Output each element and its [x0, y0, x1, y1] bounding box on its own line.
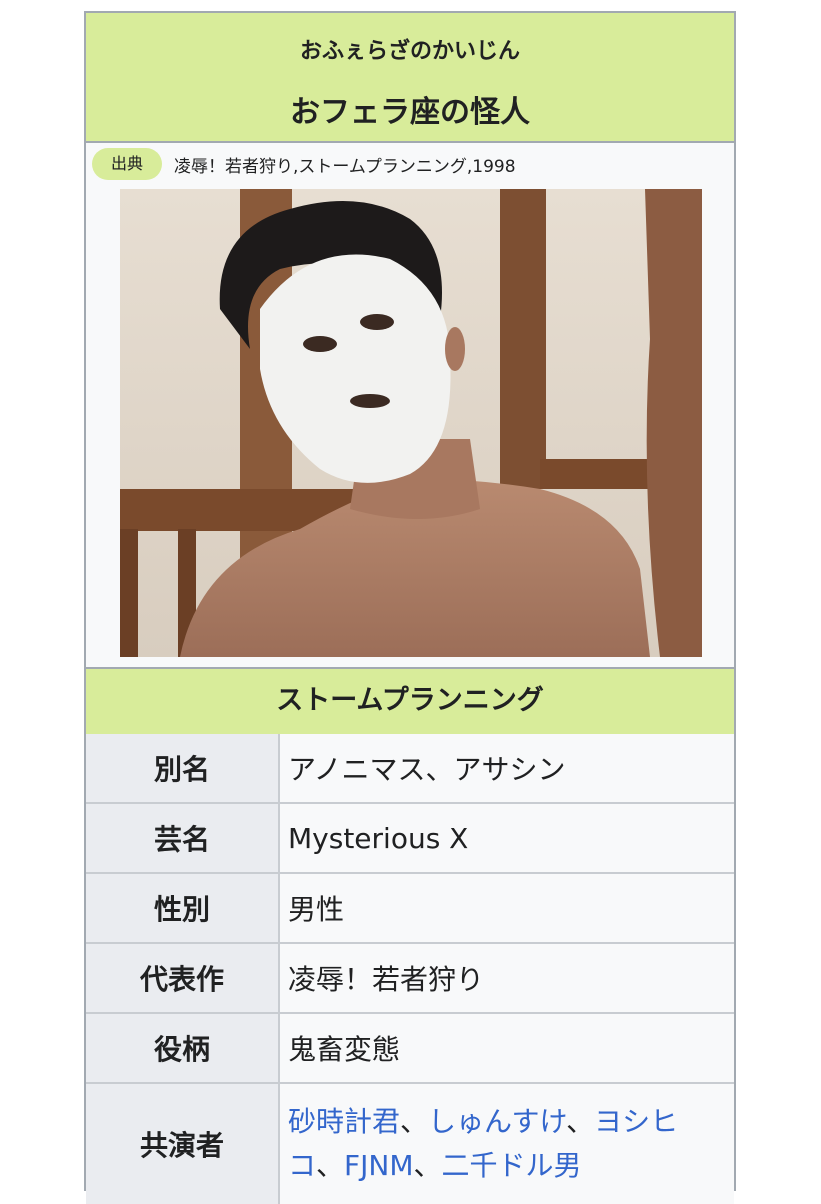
attribute-value: 凌辱！若者狩り: [278, 942, 734, 1014]
attribute-row-gender: 性別 男性: [86, 872, 734, 944]
attribute-row-alias: 別名 アノニマス、アサシン: [86, 734, 734, 804]
page-title: おフェラ座の怪人: [290, 95, 530, 130]
attribute-label: 芸名: [86, 802, 280, 874]
list-separator: 、: [316, 1149, 345, 1182]
source-text: 凌辱！若者狩り,ストームプランニング,1998: [174, 157, 516, 177]
infobox-title-block: おふぇらざのかいじん おフェラ座の怪人: [86, 13, 734, 143]
attribute-label: 別名: [86, 734, 280, 804]
section-header: ストームプランニング: [86, 667, 734, 736]
attribute-value: 男性: [278, 872, 734, 944]
attribute-label: 性別: [86, 872, 280, 944]
attribute-row-representative-work: 代表作 凌辱！若者狩り: [86, 942, 734, 1014]
source-badge: 出典: [92, 148, 162, 180]
photo-illustration: [120, 189, 702, 657]
infobox: おふぇらざのかいじん おフェラ座の怪人 出典 凌辱！若者狩り,ストームプランニン…: [84, 11, 736, 1204]
character-photo[interactable]: [120, 189, 702, 657]
list-separator: 、: [413, 1149, 442, 1182]
costar-link[interactable]: 二千ドル男: [442, 1149, 582, 1182]
costars-value: 砂時計君、しゅんすけ、ヨシヒコ、FJNM、二千ドル男: [278, 1082, 734, 1204]
attribute-row-stage-name: 芸名 Mysterious X: [86, 802, 734, 874]
attribute-label: 共演者: [86, 1082, 280, 1204]
list-separator: 、: [400, 1105, 429, 1138]
source-row: 出典 凌辱！若者狩り,ストームプランニング,1998: [86, 143, 734, 183]
costar-link[interactable]: 砂時計君: [288, 1105, 400, 1138]
costar-link[interactable]: しゅんすけ: [428, 1105, 566, 1138]
attribute-label: 役柄: [86, 1012, 280, 1084]
attribute-value: Mysterious X: [278, 802, 734, 874]
attribute-row-role: 役柄 鬼畜変態: [86, 1012, 734, 1084]
attribute-label: 代表作: [86, 942, 280, 1014]
attributes-table: 別名 アノニマス、アサシン 芸名 Mysterious X 性別 男性 代表作 …: [86, 734, 734, 1204]
list-separator: 、: [566, 1105, 595, 1138]
attribute-value: アノニマス、アサシン: [278, 734, 734, 804]
costar-link[interactable]: FJNM: [344, 1149, 413, 1182]
attribute-value: 鬼畜変態: [278, 1012, 734, 1084]
title-reading: おふぇらざのかいじん: [299, 39, 520, 64]
attribute-row-costars: 共演者 砂時計君、しゅんすけ、ヨシヒコ、FJNM、二千ドル男: [86, 1082, 734, 1204]
